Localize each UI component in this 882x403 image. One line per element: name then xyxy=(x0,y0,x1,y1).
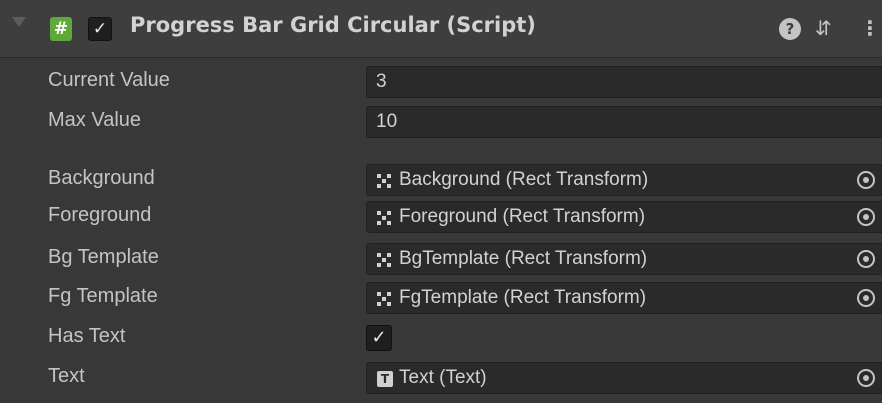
component-enabled-checkbox[interactable]: ✓ xyxy=(88,17,112,41)
fg-template-value: FgTemplate (Rect Transform) xyxy=(399,287,647,308)
field-row-bg-template: Bg Template BgTemplate (Rect Transform) xyxy=(0,241,882,277)
context-menu-icon[interactable]: ⋮ xyxy=(860,13,880,43)
object-picker-icon[interactable] xyxy=(857,369,875,387)
rect-transform-icon xyxy=(376,252,392,268)
has-text-label: Has Text xyxy=(48,325,126,347)
field-row-current-value: Current Value 3 xyxy=(0,64,882,100)
fg-template-label: Fg Template xyxy=(48,285,158,307)
bg-template-label: Bg Template xyxy=(48,246,159,268)
object-picker-icon[interactable] xyxy=(857,171,875,189)
bg-template-object-field[interactable]: BgTemplate (Rect Transform) xyxy=(366,243,882,275)
text-label: Text xyxy=(48,365,85,387)
bg-template-value: BgTemplate (Rect Transform) xyxy=(399,248,648,269)
field-row-max-value: Max Value 10 xyxy=(0,104,882,140)
max-value-text: 10 xyxy=(376,111,398,132)
script-icon: # xyxy=(50,17,72,41)
background-label: Background xyxy=(48,167,155,189)
background-object-field[interactable]: Background (Rect Transform) xyxy=(366,164,882,196)
has-text-checkbox[interactable]: ✓ xyxy=(366,325,392,351)
max-value-input[interactable]: 10 xyxy=(366,106,882,138)
max-value-label: Max Value xyxy=(48,109,142,131)
current-value-label: Current Value xyxy=(48,69,170,91)
presets-icon[interactable]: ⇵ xyxy=(815,13,832,43)
object-picker-icon[interactable] xyxy=(857,289,875,307)
field-row-text: Text T Text (Text) xyxy=(0,360,882,396)
rect-transform-icon xyxy=(376,291,392,307)
field-row-foreground: Foreground Foreground (Rect Transform) xyxy=(0,199,882,235)
foreground-label: Foreground xyxy=(48,204,152,226)
field-row-fg-template: Fg Template FgTemplate (Rect Transform) xyxy=(0,280,882,316)
current-value-text: 3 xyxy=(376,71,387,92)
foreground-object-field[interactable]: Foreground (Rect Transform) xyxy=(366,201,882,233)
foreground-value: Foreground (Rect Transform) xyxy=(399,206,646,227)
object-picker-icon[interactable] xyxy=(857,250,875,268)
component-title[interactable]: Progress Bar Grid Circular (Script) xyxy=(130,13,536,37)
text-value: Text (Text) xyxy=(399,367,487,388)
current-value-input[interactable]: 3 xyxy=(366,66,882,98)
component-header: # ✓ Progress Bar Grid Circular (Script) … xyxy=(0,0,882,58)
background-value: Background (Rect Transform) xyxy=(399,169,649,190)
rect-transform-icon xyxy=(376,210,392,226)
foldout-arrow-icon[interactable] xyxy=(12,17,26,27)
text-component-icon: T xyxy=(377,371,393,387)
field-row-background: Background Background (Rect Transform) xyxy=(0,162,882,198)
fg-template-object-field[interactable]: FgTemplate (Rect Transform) xyxy=(366,282,882,314)
help-icon[interactable]: ? xyxy=(779,18,801,40)
object-picker-icon[interactable] xyxy=(857,208,875,226)
rect-transform-icon xyxy=(376,173,392,189)
field-row-has-text: Has Text ✓ xyxy=(0,320,882,356)
text-object-field[interactable]: T Text (Text) xyxy=(366,362,882,394)
